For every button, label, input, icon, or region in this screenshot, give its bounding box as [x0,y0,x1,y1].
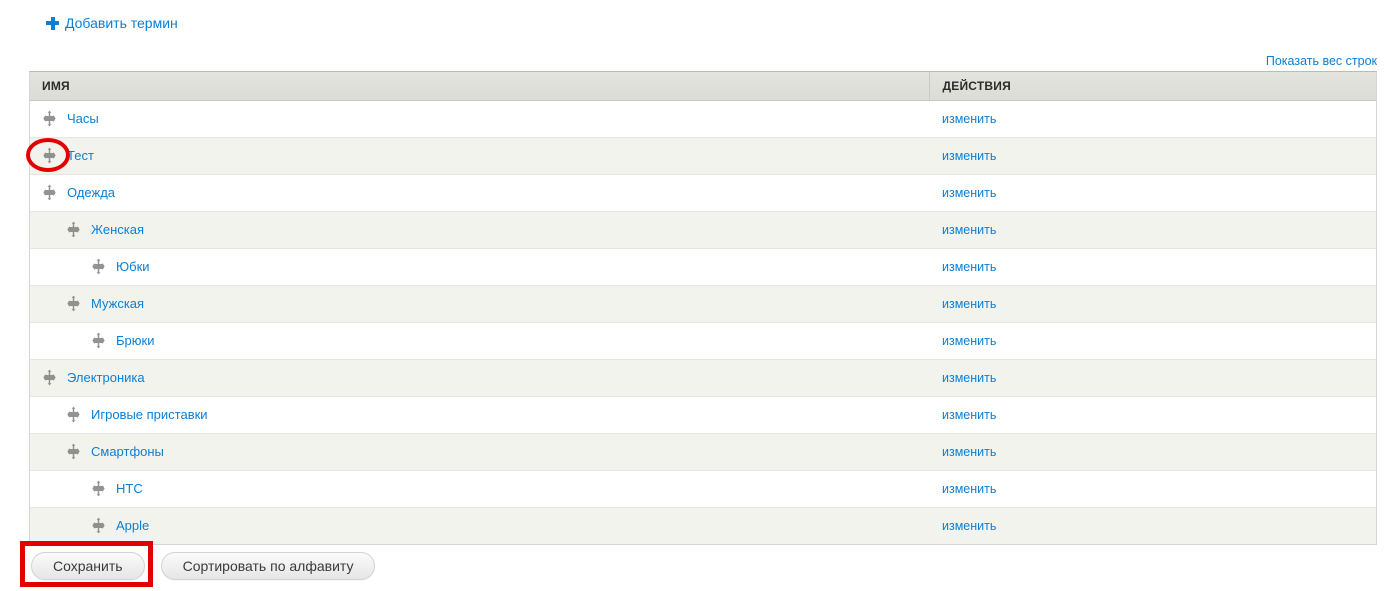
cell-name: Женская [30,211,929,249]
table-row[interactable]: Смартфоны изменить [30,433,1376,471]
edit-link[interactable]: изменить [929,519,996,533]
table-row[interactable]: Тест изменить [30,137,1376,175]
name-cell-content: Мужская [30,295,929,312]
form-actions: Сохранить Сортировать по алфавиту [31,552,376,580]
term-link[interactable]: Смартфоны [91,444,164,459]
edit-link[interactable]: изменить [929,297,996,311]
edit-link[interactable]: изменить [929,445,996,459]
drag-handle-icon[interactable] [65,443,82,460]
save-button[interactable]: Сохранить [31,552,145,580]
name-cell-content: Юбки [30,258,929,275]
column-header-name: ИМЯ [30,72,929,101]
cell-name: Игровые приставки [30,396,929,434]
cell-actions: изменить [929,285,1376,323]
table-row[interactable]: Брюки изменить [30,322,1376,360]
table-row[interactable]: Юбки изменить [30,248,1376,286]
cell-actions: изменить [929,470,1376,508]
table-header-row: ИМЯ ДЕЙСТВИЯ [30,72,1376,101]
drag-handle-icon[interactable] [65,295,82,312]
cell-actions: изменить [929,507,1376,544]
cell-name: HTC [30,470,929,508]
edit-link[interactable]: изменить [929,260,996,274]
name-cell-content: Женская [30,221,929,238]
table-header: ИМЯ ДЕЙСТВИЯ [30,72,1376,101]
term-link[interactable]: Брюки [116,333,154,348]
drag-handle-icon[interactable] [41,110,58,127]
term-link[interactable]: HTC [116,481,143,496]
cell-name: Электроника [30,359,929,397]
cell-name: Юбки [30,248,929,286]
plus-icon [46,16,59,30]
term-link[interactable]: Часы [67,111,99,126]
table-body: Часы изменить Тест изменить Одежда изменить Же… [30,100,1376,544]
name-cell-content: Электроника [30,369,929,386]
name-cell-content: Игровые приставки [30,406,929,423]
cell-actions: изменить [929,174,1376,212]
edit-link[interactable]: изменить [929,482,996,496]
name-cell-content: HTC [30,480,929,497]
cell-name: Мужская [30,285,929,323]
cell-actions: изменить [929,359,1376,397]
edit-link[interactable]: изменить [929,334,996,348]
name-cell-content: Смартфоны [30,443,929,460]
edit-link[interactable]: изменить [929,186,996,200]
table-row[interactable]: Apple изменить [30,507,1376,544]
cell-actions: изменить [929,396,1376,434]
drag-handle-icon[interactable] [65,221,82,238]
terms-table-container: ИМЯ ДЕЙСТВИЯ Часы изменить Тест изменить Оде… [29,71,1377,545]
edit-link[interactable]: изменить [929,408,996,422]
cell-name: Одежда [30,174,929,212]
term-link[interactable]: Apple [116,518,149,533]
term-link[interactable]: Одежда [67,185,115,200]
terms-table: ИМЯ ДЕЙСТВИЯ Часы изменить Тест изменить Оде… [30,72,1376,544]
table-row[interactable]: Женская изменить [30,211,1376,249]
name-cell-content: Одежда [30,184,929,201]
cell-name: Тест [30,137,929,175]
column-header-actions: ДЕЙСТВИЯ [928,72,1376,101]
name-cell-content: Apple [30,517,929,534]
drag-handle-icon[interactable] [90,517,107,534]
drag-handle-icon[interactable] [90,480,107,497]
cell-name: Часы [30,100,929,138]
add-term-action[interactable]: Добавить термин [46,13,178,33]
table-row[interactable]: Часы изменить [30,100,1376,138]
name-cell-content: Тест [30,147,929,164]
drag-handle-icon[interactable] [41,184,58,201]
table-row[interactable]: Одежда изменить [30,174,1376,212]
drag-handle-icon[interactable] [41,147,58,164]
term-link[interactable]: Юбки [116,259,150,274]
cell-actions: изменить [929,433,1376,471]
name-cell-content: Брюки [30,332,929,349]
cell-name: Смартфоны [30,433,929,471]
table-row[interactable]: Мужская изменить [30,285,1376,323]
drag-handle-icon[interactable] [90,258,107,275]
show-row-weights-link[interactable]: Показать вес строк [1266,54,1377,68]
cell-actions: изменить [929,100,1376,138]
cell-actions: изменить [929,211,1376,249]
sort-alphabetically-button[interactable]: Сортировать по алфавиту [160,552,376,580]
cell-name: Apple [30,507,929,544]
cell-actions: изменить [929,137,1376,175]
cell-actions: изменить [929,322,1376,360]
term-link[interactable]: Электроника [67,370,145,385]
add-term-link[interactable]: Добавить термин [65,15,178,31]
drag-handle-icon[interactable] [65,406,82,423]
term-link[interactable]: Мужская [91,296,144,311]
table-row[interactable]: Электроника изменить [30,359,1376,397]
edit-link[interactable]: изменить [929,149,996,163]
name-cell-content: Часы [30,110,929,127]
term-link[interactable]: Игровые приставки [91,407,208,422]
cell-name: Брюки [30,322,929,360]
table-row[interactable]: HTC изменить [30,470,1376,508]
edit-link[interactable]: изменить [929,371,996,385]
table-row[interactable]: Игровые приставки изменить [30,396,1376,434]
term-link[interactable]: Женская [91,222,144,237]
cell-actions: изменить [929,248,1376,286]
term-link[interactable]: Тест [67,148,94,163]
drag-handle-icon[interactable] [90,332,107,349]
edit-link[interactable]: изменить [929,112,996,126]
edit-link[interactable]: изменить [929,223,996,237]
drag-handle-icon[interactable] [41,369,58,386]
